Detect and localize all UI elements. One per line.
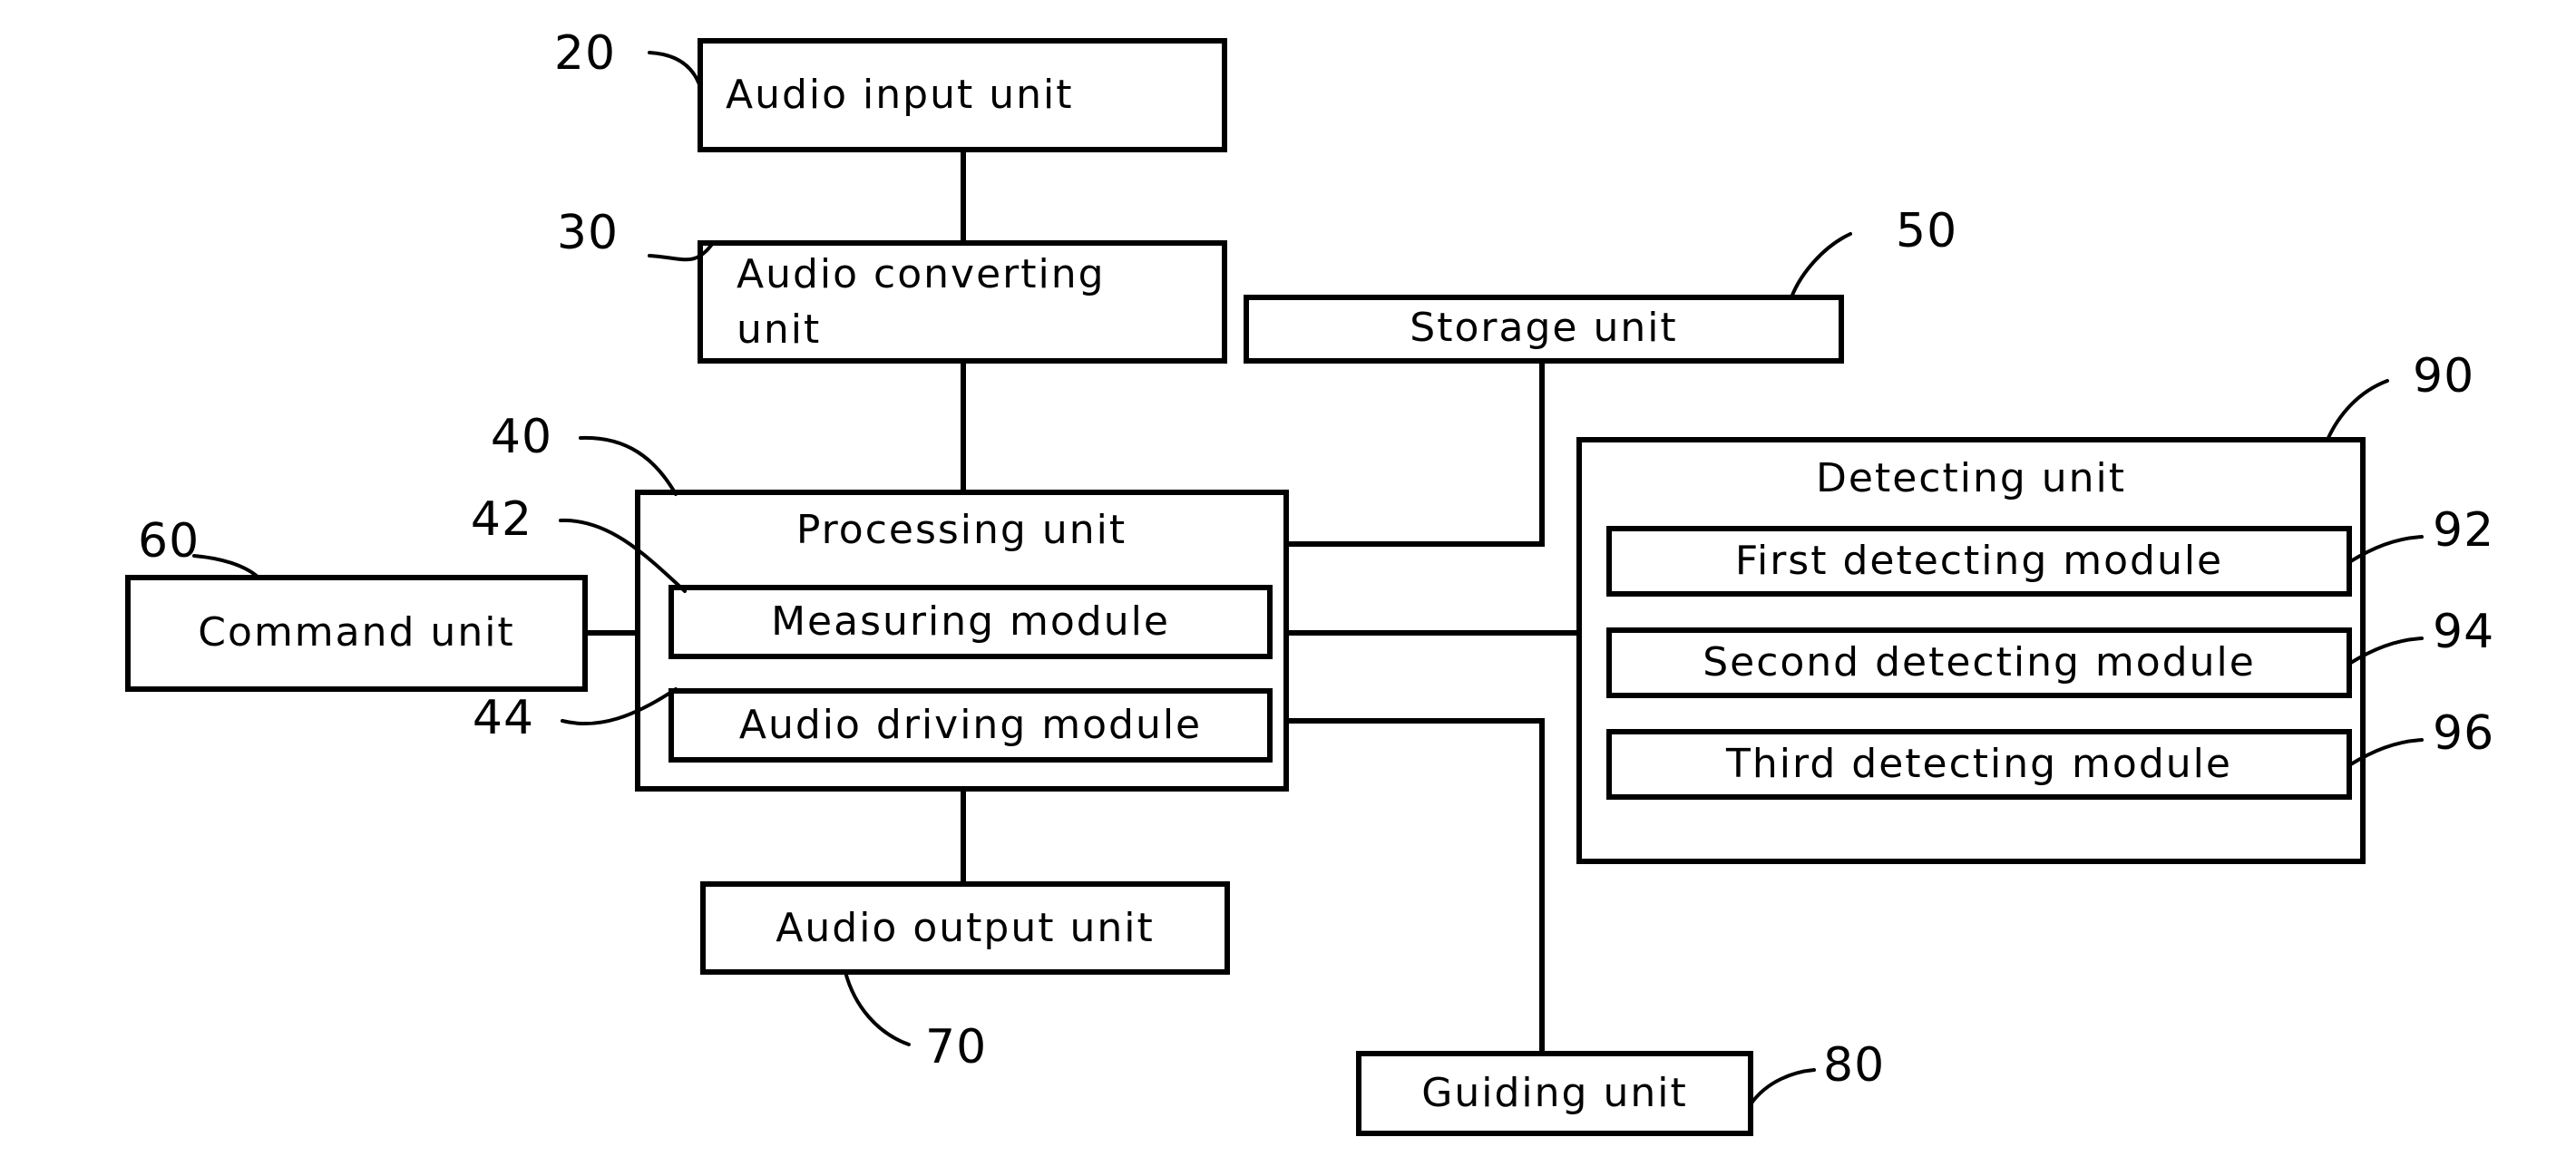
block-guiding-unit[interactable]: Guiding unit xyxy=(1356,1051,1753,1136)
ref-callout-80: 80 xyxy=(1749,1038,1885,1106)
block-processing-unit[interactable]: Processing unit Measuring module Audio d… xyxy=(635,490,1289,792)
audio-input-unit-label: Audio input unit xyxy=(726,72,1073,118)
ref-number-70: 70 xyxy=(925,1020,987,1074)
second-detecting-module-label: Second detecting module xyxy=(1703,639,2256,685)
third-detecting-module-label: Third detecting module xyxy=(1725,741,2232,787)
audio-output-unit-label: Audio output unit xyxy=(776,905,1154,951)
ref-number-94: 94 xyxy=(2433,605,2494,659)
ref-number-44: 44 xyxy=(473,691,534,745)
audio-driving-module-label: Audio driving module xyxy=(739,702,1202,748)
block-audio-input-unit[interactable]: Audio input unit xyxy=(698,38,1227,152)
block-audio-driving-module[interactable]: Audio driving module xyxy=(668,688,1273,763)
block-third-detecting-module[interactable]: Third detecting module xyxy=(1606,729,2352,800)
block-detecting-unit[interactable]: Detecting unit First detecting module Se… xyxy=(1576,437,2366,864)
processing-unit-label: Processing unit xyxy=(796,507,1127,553)
link-processing-to-guiding xyxy=(1286,718,1545,1054)
ref-number-92: 92 xyxy=(2433,503,2494,558)
storage-unit-label: Storage unit xyxy=(1410,305,1677,351)
command-unit-label: Command unit xyxy=(198,609,514,656)
ref-number-20: 20 xyxy=(554,26,616,81)
leader-line-20 xyxy=(648,51,702,89)
block-measuring-module[interactable]: Measuring module xyxy=(668,585,1273,659)
block-audio-output-unit[interactable]: Audio output unit xyxy=(700,881,1230,975)
block-audio-converting-unit[interactable]: Audio converting unit xyxy=(698,240,1227,364)
ref-callout-94: 94 xyxy=(2347,605,2494,666)
audio-converting-unit-label-line1: Audio converting xyxy=(737,251,1106,297)
detecting-unit-label: Detecting unit xyxy=(1816,455,2126,501)
ref-number-50: 50 xyxy=(1896,204,1957,258)
ref-number-96: 96 xyxy=(2433,706,2494,761)
leader-line-40 xyxy=(579,435,678,496)
ref-callout-90: 90 xyxy=(2326,349,2474,442)
measuring-module-label: Measuring module xyxy=(771,598,1170,645)
ref-callout-92: 92 xyxy=(2347,503,2494,564)
ref-callout-40: 40 xyxy=(491,410,678,496)
ref-number-90: 90 xyxy=(2413,349,2474,403)
leader-line-80 xyxy=(1749,1068,1816,1106)
leader-line-60 xyxy=(192,554,260,579)
block-first-detecting-module[interactable]: First detecting module xyxy=(1606,526,2352,597)
patent-block-diagram: Audio input unit 20 Audio converting uni… xyxy=(0,0,2576,1176)
ref-callout-60: 60 xyxy=(138,514,260,579)
ref-callout-96: 96 xyxy=(2347,706,2494,767)
ref-number-60: 60 xyxy=(138,514,200,569)
figure-canvas: Audio input unit 20 Audio converting uni… xyxy=(125,26,2494,1136)
ref-callout-20: 20 xyxy=(554,26,702,89)
first-detecting-module-label: First detecting module xyxy=(1735,538,2223,584)
guiding-unit-label: Guiding unit xyxy=(1421,1070,1687,1116)
ref-number-30: 30 xyxy=(557,206,619,260)
ref-callout-70: 70 xyxy=(844,970,987,1074)
audio-converting-unit-label-line2: unit xyxy=(737,306,821,353)
ref-number-42: 42 xyxy=(471,492,532,547)
link-processing-to-storage xyxy=(1286,361,1545,547)
block-second-detecting-module[interactable]: Second detecting module xyxy=(1606,627,2352,698)
leader-line-50 xyxy=(1790,232,1852,299)
ref-number-40: 40 xyxy=(491,410,552,464)
ref-callout-30: 30 xyxy=(557,206,715,262)
leader-line-70 xyxy=(844,970,911,1046)
leader-line-90 xyxy=(2326,379,2389,442)
ref-callout-50: 50 xyxy=(1790,204,1957,299)
block-command-unit[interactable]: Command unit xyxy=(125,575,588,692)
block-storage-unit[interactable]: Storage unit xyxy=(1244,295,1844,364)
ref-number-80: 80 xyxy=(1823,1038,1885,1093)
